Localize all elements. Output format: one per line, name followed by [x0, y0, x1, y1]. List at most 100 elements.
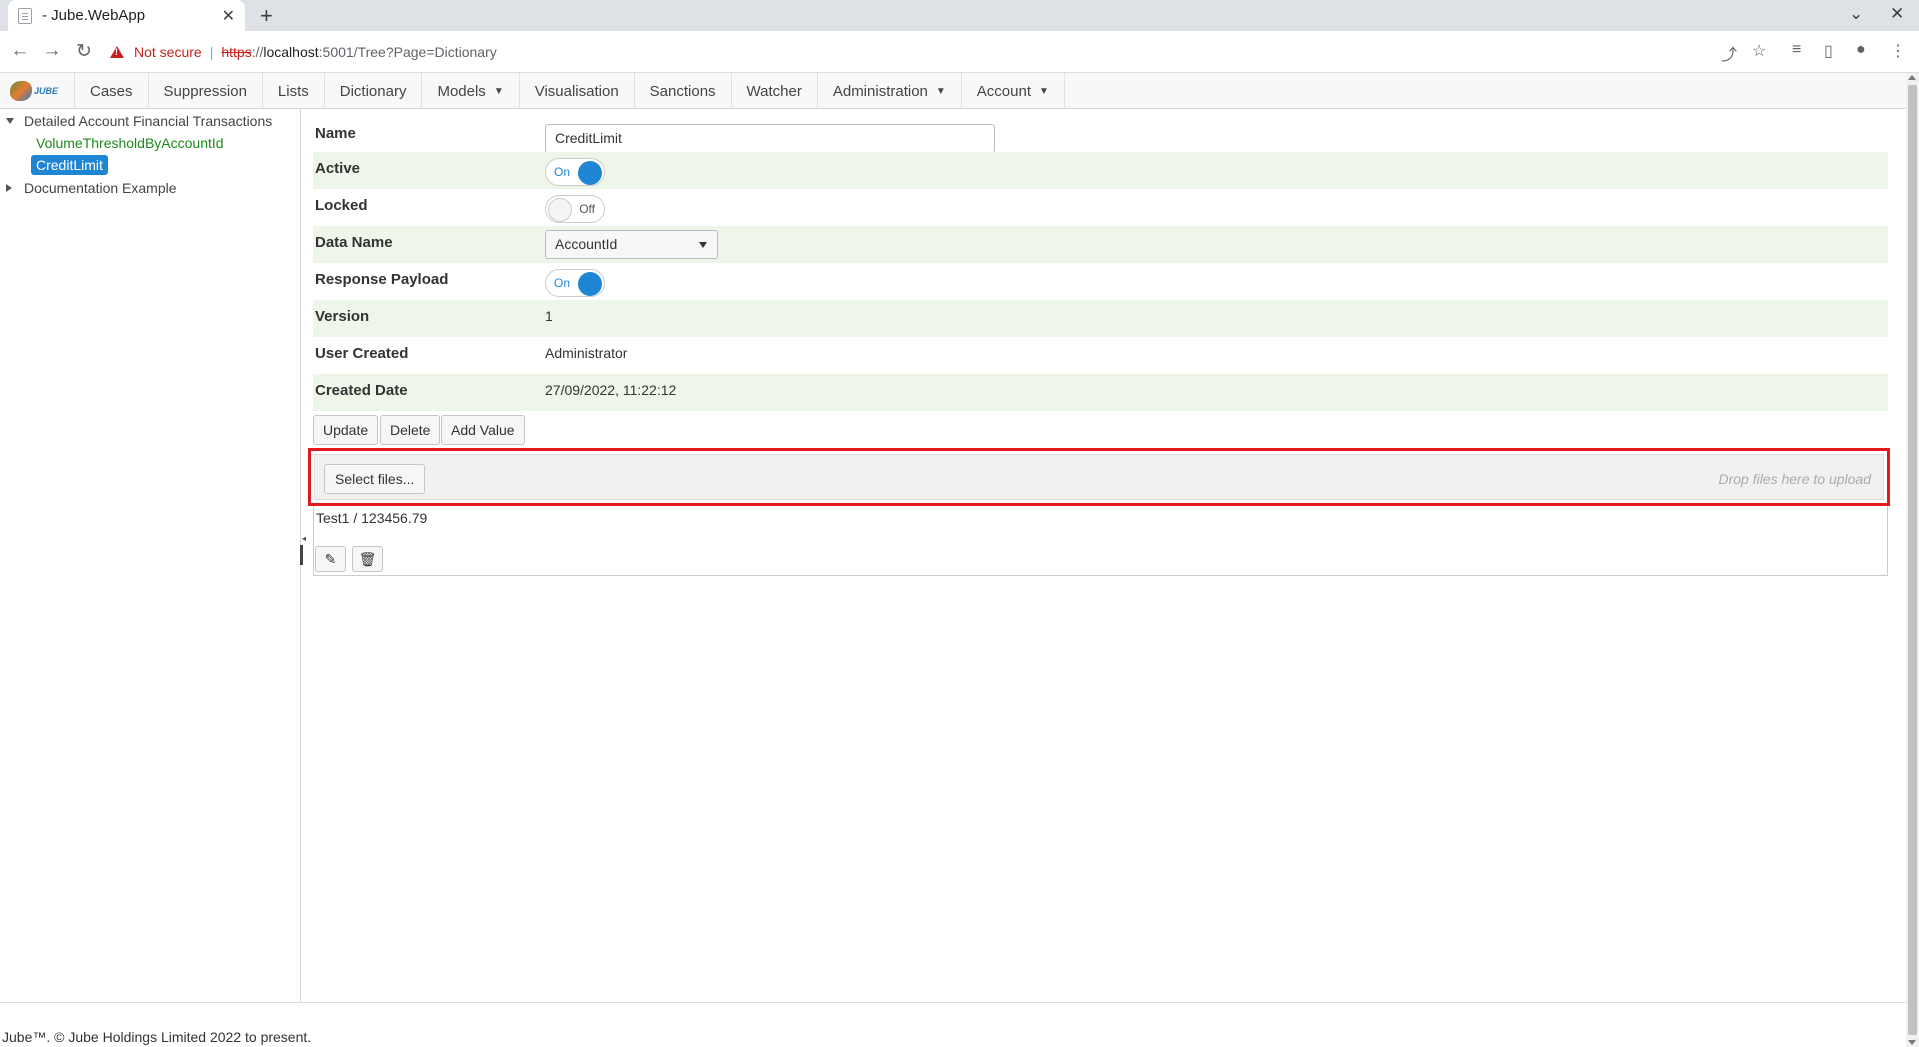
warning-icon — [110, 46, 124, 58]
scroll-down-icon[interactable] — [1908, 1040, 1916, 1045]
nav-visualisation[interactable]: Visualisation — [520, 73, 635, 109]
nav-sanctions[interactable]: Sanctions — [635, 73, 732, 109]
tree-node-label: Detailed Account Financial Transactions — [24, 113, 273, 129]
tab-search-icon[interactable]: ⌄ — [1849, 4, 1863, 24]
toggle-knob — [548, 198, 572, 222]
app-navbar: JUBE Cases Suppression Lists Dictionary … — [0, 73, 1906, 109]
nav-visualisation-label: Visualisation — [534, 82, 619, 100]
profile-avatar-icon[interactable]: ● — [1856, 41, 1866, 59]
field-locked-row: Locked Off — [313, 189, 1888, 226]
address-bar[interactable]: Not secure | https :// localhost :5001/T… — [110, 38, 1760, 66]
forward-arrow-icon[interactable]: → — [40, 40, 64, 62]
field-version-row: Version 1 — [313, 300, 1888, 337]
browser-tab[interactable]: - Jube.WebApp ✕ — [8, 0, 245, 31]
collapse-triangle-icon[interactable] — [6, 184, 12, 192]
drop-files-hint: Drop files here to upload — [1718, 471, 1871, 487]
data-name-select[interactable]: AccountId — [545, 230, 718, 259]
chevron-down-icon: ▼ — [493, 85, 504, 97]
field-label: Data Name — [315, 234, 393, 251]
pane-splitter-handle[interactable] — [300, 545, 303, 565]
field-data-name-row: Data Name AccountId — [313, 226, 1888, 263]
field-label: Locked — [315, 197, 368, 214]
delete-trash-icon[interactable]: 🗑 — [352, 546, 383, 572]
url-path: :5001/Tree?Page=Dictionary — [318, 44, 497, 60]
active-toggle[interactable]: On — [545, 158, 605, 186]
jube-logo-text: JUBE — [34, 86, 59, 96]
name-input[interactable]: CreditLimit — [545, 124, 995, 153]
toggle-knob — [578, 161, 602, 185]
add-value-button[interactable]: Add Value — [441, 415, 525, 445]
field-label: Version — [315, 308, 370, 325]
reload-icon[interactable]: ↻ — [72, 40, 96, 63]
delete-button[interactable]: Delete — [380, 415, 441, 445]
data-name-selected-value: AccountId — [555, 236, 618, 252]
toggle-state-label: On — [554, 165, 571, 179]
select-files-button[interactable]: Select files... — [324, 464, 426, 494]
chevron-down-icon: ▼ — [935, 85, 946, 97]
toggle-state-label: Off — [579, 202, 595, 216]
bookmark-star-icon[interactable]: ☆ — [1752, 41, 1766, 61]
nav-models[interactable]: Models ▼ — [422, 73, 520, 109]
nav-models-label: Models — [437, 82, 486, 100]
copyright-text: Jube™. © Jube Holdings Limited 2022 to p… — [2, 1029, 312, 1045]
page-scrollbar[interactable] — [1906, 73, 1919, 1047]
share-icon[interactable]: ⤴ — [1721, 41, 1737, 65]
list-item: Test1 / 123456.79 — [316, 510, 428, 526]
field-user-created-row: User Created Administrator — [313, 337, 1888, 374]
toggle-knob — [578, 272, 602, 296]
chevron-down-icon: ▼ — [1039, 85, 1049, 97]
locked-toggle[interactable]: Off — [545, 195, 605, 223]
address-separator: | — [209, 44, 214, 60]
response-payload-toggle[interactable]: On — [545, 269, 605, 297]
tree-node-documentation-example[interactable]: Documentation Example — [6, 180, 177, 196]
nav-sanctions-label: Sanctions — [649, 82, 716, 100]
expand-triangle-icon[interactable] — [6, 118, 14, 124]
window-close-icon[interactable]: ✕ — [1890, 4, 1904, 24]
splitter-arrow-icon[interactable]: ◂ — [302, 534, 306, 543]
new-tab-button[interactable]: + — [260, 3, 273, 29]
tree-leaf-credit-limit-selected[interactable]: CreditLimit — [31, 155, 108, 175]
field-label: Created Date — [315, 382, 408, 399]
nav-cases-label: Cases — [90, 82, 133, 100]
nav-cases[interactable]: Cases — [75, 73, 149, 109]
scroll-thumb[interactable] — [1908, 85, 1917, 1035]
field-label: User Created — [315, 345, 409, 362]
nav-lists-label: Lists — [277, 82, 309, 100]
url-protocol: https — [221, 44, 252, 60]
field-name-row: Name CreditLimit — [313, 117, 1888, 154]
nav-suppression[interactable]: Suppression — [149, 73, 263, 109]
file-dropzone[interactable]: Select files... Drop files here to uploa… — [314, 454, 1884, 500]
jube-logo-mark-icon — [10, 81, 32, 101]
dictionary-values-list: Test1 / 123456.79 ✎ 🗑 — [313, 506, 1888, 576]
created-date-value: 27/09/2022, 11:22:12 — [545, 382, 677, 398]
nav-administration-label: Administration — [832, 82, 928, 100]
update-button[interactable]: Update — [313, 415, 379, 445]
side-panel-icon[interactable]: ▯ — [1824, 41, 1833, 61]
tab-close-icon[interactable]: ✕ — [222, 6, 235, 26]
field-label: Active — [315, 160, 361, 177]
field-active-row: Active On — [313, 152, 1888, 189]
back-arrow-icon[interactable]: ← — [8, 40, 32, 62]
nav-account[interactable]: Account ▼ — [962, 73, 1065, 109]
not-secure-label[interactable]: Not secure — [134, 44, 202, 60]
tree-node-detailed-account[interactable]: Detailed Account Financial Transactions — [6, 113, 272, 129]
tree-leaf-volume-threshold[interactable]: VolumeThresholdByAccountId — [36, 135, 224, 151]
field-created-date-row: Created Date 27/09/2022, 11:22:12 — [313, 374, 1888, 411]
media-control-icon[interactable]: ≡ — [1792, 41, 1801, 59]
tab-title: - Jube.WebApp — [42, 7, 146, 24]
version-value: 1 — [545, 308, 553, 324]
nav-administration[interactable]: Administration ▼ — [818, 73, 962, 109]
url-host: localhost — [263, 44, 319, 60]
browser-menu-icon[interactable]: ⋮ — [1890, 41, 1906, 61]
nav-dictionary[interactable]: Dictionary — [325, 73, 423, 109]
nav-watcher[interactable]: Watcher — [732, 73, 818, 109]
scroll-up-icon[interactable] — [1908, 75, 1916, 80]
field-label: Response Payload — [315, 271, 449, 288]
jube-logo[interactable]: JUBE — [0, 73, 75, 109]
browser-tabstrip: - Jube.WebApp ✕ + ⌄ ✕ — [0, 0, 1919, 31]
toggle-state-label: On — [554, 276, 571, 290]
user-created-value: Administrator — [545, 345, 628, 361]
edit-pencil-icon[interactable]: ✎ — [315, 546, 346, 572]
field-response-payload-row: Response Payload On — [313, 263, 1888, 300]
nav-lists[interactable]: Lists — [263, 73, 325, 109]
